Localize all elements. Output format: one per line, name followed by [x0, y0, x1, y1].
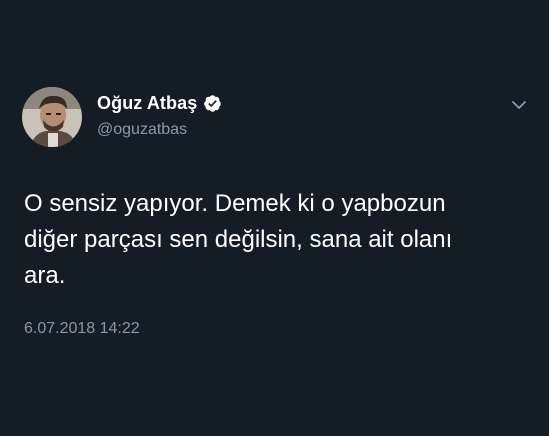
- tweet-text-line: diğer parçası sen değilsin, sana ait ola…: [24, 226, 453, 253]
- author-display-name[interactable]: Oğuz Atbaş: [97, 93, 197, 114]
- verified-badge-icon: [203, 94, 222, 113]
- tweet-text: O sensiz yapıyor. Demek ki o yapbozun di…: [24, 186, 524, 294]
- avatar-image: [22, 87, 82, 147]
- tweet-text-line: O sensiz yapıyor. Demek ki o yapbozun: [24, 190, 446, 217]
- author-info[interactable]: Oğuz Atbaş @oguzatbas: [97, 92, 222, 139]
- author-name-row: Oğuz Atbaş: [97, 92, 222, 114]
- author-avatar[interactable]: [22, 87, 82, 147]
- tweet-timestamp[interactable]: 6.07.2018 14:22: [24, 320, 140, 338]
- author-handle[interactable]: @oguzatbas: [97, 121, 222, 139]
- tweet-card: Oğuz Atbaş @oguzatbas O sensiz yapıyor. …: [0, 0, 549, 436]
- tweet-text-line: ara.: [24, 262, 66, 289]
- chevron-down-icon[interactable]: [508, 94, 530, 116]
